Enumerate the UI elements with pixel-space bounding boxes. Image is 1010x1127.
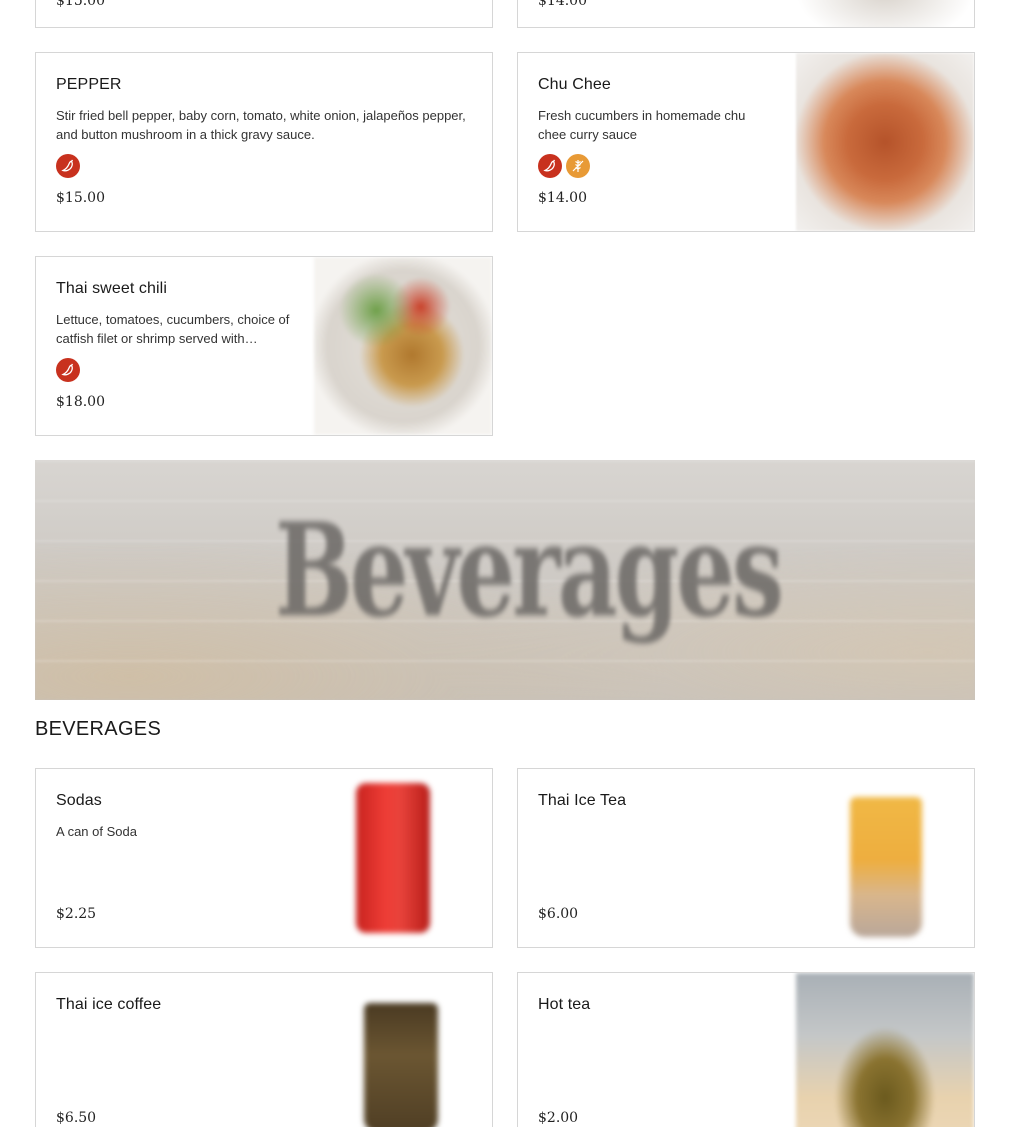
menu-item-card[interactable]: Hot tea $2.00	[517, 972, 975, 1127]
item-name: Thai Ice Tea	[538, 792, 627, 809]
menu-item-card[interactable]: $14.00	[517, 0, 975, 28]
item-tags	[56, 358, 80, 382]
item-price: $6.50	[56, 1110, 97, 1126]
item-price: $18.00	[56, 394, 105, 410]
item-price: $14.00	[538, 190, 587, 206]
spicy-icon	[56, 154, 80, 178]
menu-item-card[interactable]: $15.00	[35, 0, 493, 28]
item-price: $15.00	[56, 0, 105, 9]
item-description: Stir fried bell pepper, baby corn, tomat…	[56, 108, 466, 142]
item-price: $15.00	[56, 190, 105, 206]
menu-item-card[interactable]: Thai Ice Tea $6.00	[517, 768, 975, 948]
item-description: Lettuce, tomatoes, cucumbers, choice of …	[56, 312, 290, 346]
item-price: $2.25	[56, 906, 97, 922]
item-photo	[796, 0, 974, 27]
item-photo	[796, 769, 974, 947]
item-description: Fresh cucumbers in homemade chu chee cur…	[538, 108, 746, 142]
item-price: $6.00	[538, 906, 579, 922]
item-photo	[314, 973, 492, 1127]
item-price: $14.00	[538, 0, 587, 9]
gluten-free-icon	[566, 154, 590, 178]
item-photo	[796, 53, 974, 231]
item-name: PEPPER	[56, 76, 122, 93]
spicy-icon	[538, 154, 562, 178]
item-name: Thai ice coffee	[56, 996, 162, 1013]
item-photo	[314, 257, 492, 435]
item-name: Sodas	[56, 792, 102, 809]
banner-text: Beverages	[275, 496, 784, 646]
item-tags	[56, 154, 80, 178]
section-title: BEVERAGES	[35, 718, 162, 740]
item-name: Hot tea	[538, 996, 591, 1013]
item-photo	[796, 973, 974, 1127]
item-photo	[314, 769, 492, 947]
beverages-banner-image: Beverages	[35, 460, 975, 700]
menu-item-card[interactable]: Thai ice coffee $6.50	[35, 972, 493, 1127]
item-price: $2.00	[538, 1110, 579, 1126]
spicy-icon	[56, 358, 80, 382]
menu-item-card[interactable]: Sodas A can of Soda $2.25	[35, 768, 493, 948]
menu-item-card[interactable]: PEPPER Stir fried bell pepper, baby corn…	[35, 52, 493, 232]
menu-item-card[interactable]: Chu Chee Fresh cucumbers in homemade chu…	[517, 52, 975, 232]
item-name: Chu Chee	[538, 76, 611, 93]
item-description: A can of Soda	[56, 824, 137, 839]
item-tags	[538, 154, 590, 178]
menu-item-card[interactable]: Thai sweet chili Lettuce, tomatoes, cucu…	[35, 256, 493, 436]
item-name: Thai sweet chili	[56, 280, 167, 297]
